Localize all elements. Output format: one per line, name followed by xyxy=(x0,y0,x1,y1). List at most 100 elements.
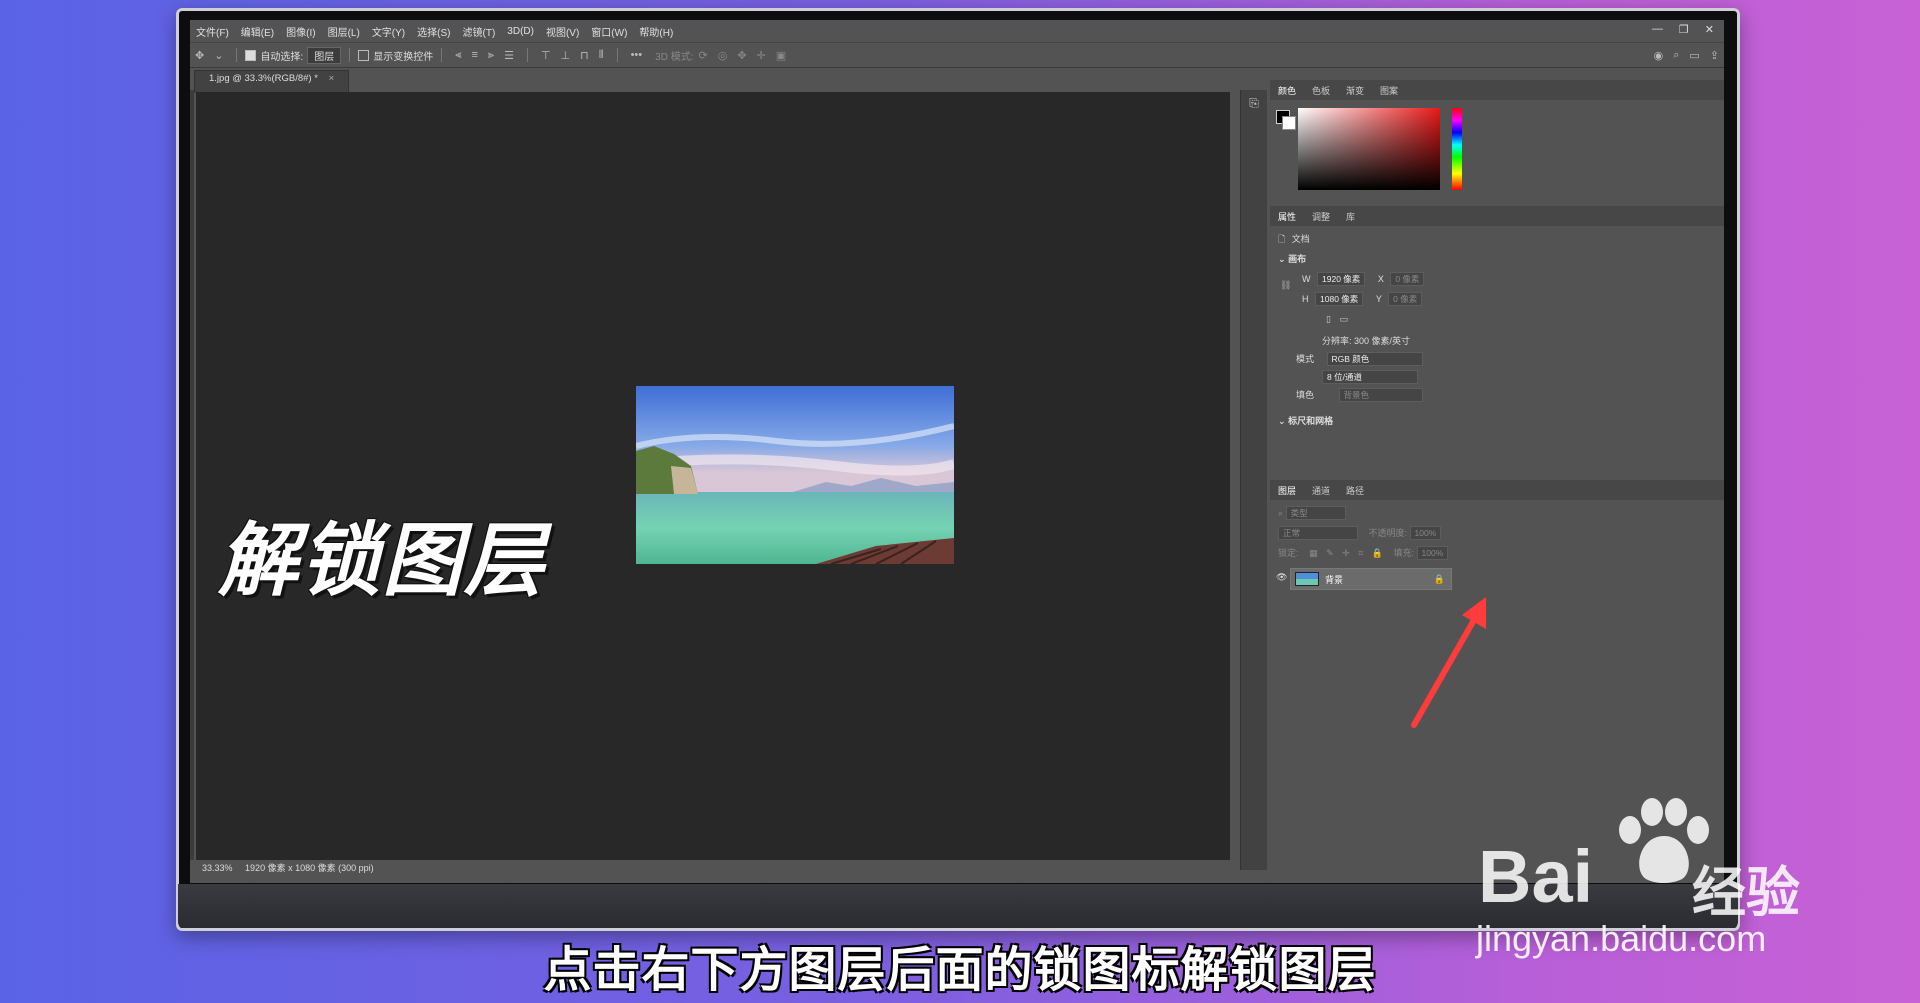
height-row: H 1080 像素 Y 0 像素 xyxy=(1302,292,1423,306)
options-bar: ✥ ⌄ 自动选择: 图层 显示变换控件 ⫷ ≡ ⫸ ☰ ⊤ ⊥ ⊓ ⦀ ••• … xyxy=(190,42,1724,68)
distribute-v-icon[interactable]: ⦀ xyxy=(599,49,604,62)
document-info: 1920 像素 x 1080 像素 (300 ppi) xyxy=(245,863,374,873)
width-field[interactable]: 1920 像素 xyxy=(1317,272,1366,286)
move-tool-icon[interactable]: ✥ xyxy=(195,49,204,62)
chevron-down-icon[interactable]: ⌄ xyxy=(214,49,223,62)
height-field[interactable]: 1080 像素 xyxy=(1315,292,1364,306)
menu-layer[interactable]: 图层(L) xyxy=(322,24,366,39)
divider xyxy=(349,48,351,62)
color-picker-field[interactable] xyxy=(1298,108,1440,190)
menu-3d[interactable]: 3D(D) xyxy=(501,26,540,37)
auto-select-label: 自动选择: xyxy=(260,51,304,63)
zoom-level[interactable]: 33.33% xyxy=(202,863,233,873)
canvas-section[interactable]: ⌄ 画布 xyxy=(1278,252,1306,265)
layer-name: 背景 xyxy=(1325,574,1344,585)
tab-swatches[interactable]: 色板 xyxy=(1304,84,1338,97)
lock-artboard-icon[interactable]: ⌗ xyxy=(1358,548,1363,558)
3d-slide-icon[interactable]: ✛ xyxy=(757,49,766,62)
menu-view[interactable]: 视图(V) xyxy=(540,24,585,39)
menu-help[interactable]: 帮助(H) xyxy=(633,24,679,39)
color-panel-tabs: 颜色 色板 渐变 图案 xyxy=(1270,80,1724,100)
close-tab-icon[interactable]: × xyxy=(329,73,335,84)
fill-label: 填色 xyxy=(1296,390,1315,400)
tab-libraries[interactable]: 库 xyxy=(1338,210,1363,223)
align-right-icon[interactable]: ⫸ xyxy=(488,49,494,62)
portrait-icon[interactable]: ▯ xyxy=(1326,314,1331,324)
menu-type[interactable]: 文字(Y) xyxy=(366,24,411,39)
menu-window[interactable]: 窗口(W) xyxy=(585,24,633,39)
tab-color[interactable]: 颜色 xyxy=(1270,84,1304,97)
x-field[interactable]: 0 像素 xyxy=(1390,272,1425,286)
3d-mode-label: 3D 模式: xyxy=(655,51,694,63)
mode-select[interactable]: RGB 颜色 xyxy=(1326,352,1423,366)
workspace-icon[interactable]: ▭ xyxy=(1689,49,1699,62)
layer-filter-row: ⌕ 类型 xyxy=(1278,506,1346,520)
opacity-field[interactable]: 100% xyxy=(1409,526,1442,540)
divider xyxy=(526,48,528,62)
depth-select[interactable]: 8 位/通道 xyxy=(1322,370,1418,384)
close-button[interactable]: ✕ xyxy=(1705,23,1714,36)
document-canvas[interactable] xyxy=(196,92,1230,860)
share-icon[interactable]: ◉ xyxy=(1654,49,1664,62)
tab-layers[interactable]: 图层 xyxy=(1270,484,1304,497)
distribute-icon[interactable]: ☰ xyxy=(504,49,514,62)
align-left-icon[interactable]: ⫷ xyxy=(455,49,461,62)
tab-paths[interactable]: 路径 xyxy=(1338,484,1372,497)
auto-select-dropdown[interactable]: 图层 xyxy=(307,46,342,64)
rulers-section[interactable]: ⌄ 标尺和网格 xyxy=(1278,414,1333,427)
tab-adjustments[interactable]: 调整 xyxy=(1304,210,1338,223)
y-field[interactable]: 0 像素 xyxy=(1388,292,1423,306)
tab-channels[interactable]: 通道 xyxy=(1304,484,1338,497)
lock-all-icon[interactable]: 🔒 xyxy=(1372,548,1383,558)
y-label: Y xyxy=(1375,294,1382,304)
lock-pixels-icon[interactable]: ▦ xyxy=(1309,548,1318,558)
status-bar: 33.33% 1920 像素 x 1080 像素 (300 ppi) xyxy=(196,860,1236,876)
tab-gradients[interactable]: 渐变 xyxy=(1338,84,1372,97)
landscape-icon[interactable]: ▭ xyxy=(1339,314,1348,324)
3d-camera-icon[interactable]: ▣ xyxy=(776,49,786,62)
align-bottom-icon[interactable]: ⊓ xyxy=(580,49,589,62)
align-top-icon[interactable]: ⊤ xyxy=(541,49,551,62)
document-row: 🗋 文档 xyxy=(1278,232,1310,248)
menu-file[interactable]: 文件(F) xyxy=(190,24,235,39)
red-arrow-icon xyxy=(1411,597,1486,728)
more-icon[interactable]: ••• xyxy=(631,49,643,61)
history-icon[interactable]: ⎘ xyxy=(1241,96,1267,111)
blend-mode-select[interactable]: 正常 xyxy=(1278,526,1358,540)
resolution-text: 分辨率: 300 像素/英寸 xyxy=(1322,336,1411,346)
lock-brush-icon[interactable]: ✎ xyxy=(1326,548,1334,558)
link-icon[interactable]: ⛓ xyxy=(1280,280,1291,291)
depth-row: 8 位/通道 xyxy=(1322,370,1418,384)
menu-select[interactable]: 选择(S) xyxy=(411,24,456,39)
fill-opacity-field[interactable]: 100% xyxy=(1416,546,1449,560)
menu-edit[interactable]: 编辑(E) xyxy=(235,24,280,39)
window-controls: — ❐ ✕ xyxy=(1652,23,1714,36)
search-icon[interactable]: ⌕ xyxy=(1673,49,1679,62)
align-center-icon[interactable]: ≡ xyxy=(471,49,477,61)
lock-position-icon[interactable]: ✛ xyxy=(1342,548,1350,558)
minimize-button[interactable]: — xyxy=(1652,23,1663,36)
menu-filter[interactable]: 滤镜(T) xyxy=(457,24,502,39)
background-color[interactable] xyxy=(1282,116,1296,130)
divider xyxy=(616,48,618,62)
hue-slider[interactable] xyxy=(1452,108,1462,190)
tab-properties[interactable]: 属性 xyxy=(1270,210,1304,223)
3d-pan-icon[interactable]: ✥ xyxy=(737,49,746,62)
eye-icon[interactable]: 👁 xyxy=(1276,572,1287,583)
width-row: W 1920 像素 X 0 像素 xyxy=(1302,272,1425,286)
3d-rotate-icon[interactable]: ⟳ xyxy=(698,49,707,62)
menu-image[interactable]: 图像(I) xyxy=(280,24,321,39)
auto-select-checkbox[interactable] xyxy=(245,49,257,61)
tab-patterns[interactable]: 图案 xyxy=(1372,84,1406,97)
show-transform-checkbox[interactable] xyxy=(358,49,370,61)
export-icon[interactable]: ⇪ xyxy=(1710,49,1719,62)
restore-button[interactable]: ❐ xyxy=(1679,23,1689,36)
lock-icon[interactable]: 🔒 xyxy=(1434,574,1445,585)
document-label: 文档 xyxy=(1291,234,1310,244)
document-tab[interactable]: 1.jpg @ 33.3%(RGB/8#) * × xyxy=(194,70,350,93)
fill-select[interactable]: 背景色 xyxy=(1338,388,1423,402)
3d-roll-icon[interactable]: ◎ xyxy=(718,49,728,62)
lake-photo-image xyxy=(636,386,954,564)
align-middle-icon[interactable]: ⊥ xyxy=(561,49,571,62)
layer-kind-filter[interactable]: 类型 xyxy=(1285,506,1346,520)
